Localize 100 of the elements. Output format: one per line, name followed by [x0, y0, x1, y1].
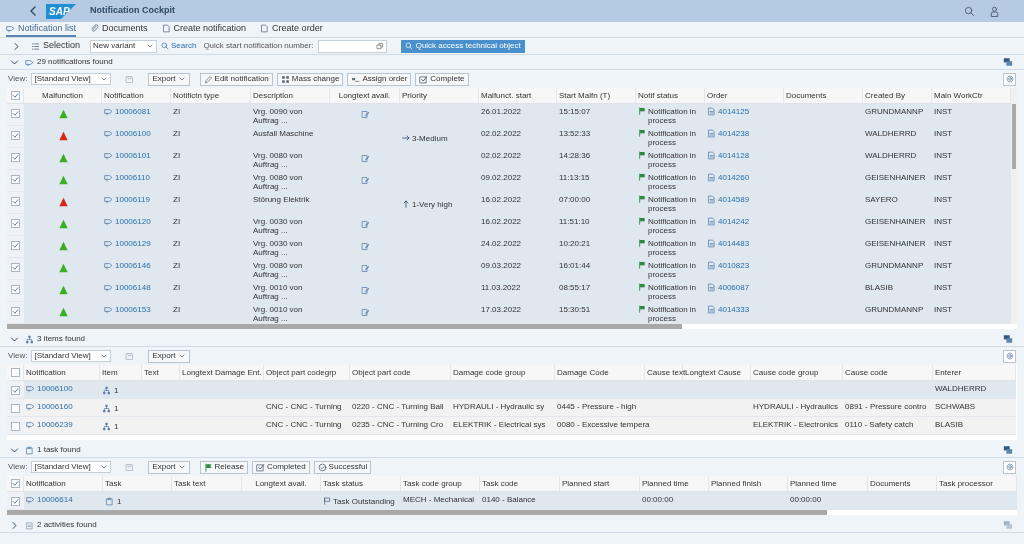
column-header[interactable]: Longtext avail. [255, 477, 307, 490]
checkbox[interactable] [10, 91, 20, 100]
column-header[interactable]: Priority [402, 89, 427, 102]
checkbox[interactable] [11, 197, 20, 206]
toolbar-button[interactable]: Export [148, 349, 190, 363]
table-row[interactable]: 10006119 ZI Störung Elektrik 1-Very high 16.02.2022 07:00:00 Notification in process 4014589 SAYERO INST [7, 192, 1011, 214]
toolbar-button[interactable]: Export [148, 460, 190, 474]
notification-number-field[interactable] [317, 39, 387, 53]
checkbox[interactable] [11, 175, 20, 184]
tab[interactable]: Documents [90, 22, 148, 37]
toolbar-button[interactable]: Assign order [347, 72, 412, 86]
column-header[interactable]: Notification [26, 477, 66, 490]
column-header[interactable]: Task code group [403, 477, 462, 490]
table-row[interactable]: 10006110 ZI Vrg. 0080 von Auftrag ... 09.02.2022 11:13:15 Notification in process 4014260 GEISENHAINER INST [7, 170, 1011, 192]
checkbox[interactable] [11, 241, 20, 250]
toolbar-button[interactable]: Completed [251, 460, 310, 474]
column-header[interactable]: Enterer [935, 366, 962, 379]
link[interactable]: 10006146 [104, 261, 151, 270]
checkbox[interactable] [11, 404, 20, 413]
column-header[interactable]: Cause code [845, 366, 888, 379]
table-row[interactable]: 10006239 1 CNC - CNC - Turning 0235 - CNC - Turning Cro ELEKTRIK - Electrical sys 0080 - Excessive tempera ELEKTRIK - Electronics 0110 - Safety catch BLASIB [7, 417, 1016, 435]
user-icon[interactable] [989, 5, 1000, 17]
link[interactable]: 4010823 [707, 261, 750, 270]
link[interactable]: 4014260 [707, 173, 750, 182]
chevron-down-icon[interactable] [10, 445, 19, 455]
view-dropdown[interactable]: [Standard View] [31, 73, 112, 85]
link[interactable]: 4014128 [707, 151, 750, 160]
link[interactable]: 10006100 [26, 384, 73, 393]
link[interactable]: 4014238 [707, 129, 750, 138]
table-row[interactable]: 10006153 ZI Vrg. 0010 von Auftrag ... 17.03.2022 15:30:51 Notification in process 4014333 GRUNDMANNP INST [7, 302, 1011, 324]
link[interactable]: 10006160 [26, 402, 73, 411]
windows-icon[interactable] [1003, 57, 1013, 67]
column-header[interactable]: Longtext avail. [338, 89, 391, 102]
toolbar-button[interactable]: Complete [415, 72, 469, 86]
table-row[interactable]: 10006614 1 Task Outstanding MECH - Mechanical 0140 - Balance 00:00:00 00:00:00 [7, 492, 1017, 510]
settings-button[interactable] [1003, 460, 1016, 474]
settings-button[interactable] [1003, 72, 1016, 86]
column-header[interactable]: Planned time [642, 477, 689, 490]
variant-dropdown[interactable]: New variant [90, 39, 158, 53]
toolbar-button[interactable]: Successful [313, 460, 372, 474]
checkbox[interactable] [10, 479, 20, 488]
link[interactable]: 4006087 [707, 283, 750, 292]
save-icon[interactable] [125, 351, 135, 361]
link[interactable]: 4014333 [707, 305, 750, 314]
link[interactable]: 10006119 [104, 195, 150, 204]
column-header[interactable]: Created By [865, 89, 906, 102]
checkbox[interactable] [10, 368, 20, 377]
toolbar-button[interactable]: Edit notification [199, 72, 273, 86]
column-header[interactable]: Main WorkCtr [934, 89, 983, 102]
column-header[interactable]: Task [105, 477, 122, 490]
column-header[interactable]: Damage code group [453, 366, 526, 379]
column-header[interactable]: Planned start [562, 477, 610, 490]
search-button[interactable]: Search [161, 40, 197, 52]
column-header[interactable]: Damage Code [557, 366, 609, 379]
tab[interactable]: Create notification [161, 22, 247, 37]
windows-icon[interactable] [1003, 445, 1013, 455]
link[interactable]: 4014125 [707, 107, 750, 116]
column-header[interactable]: Task status [323, 477, 363, 490]
checkbox[interactable] [11, 497, 20, 506]
link[interactable]: 10006239 [26, 420, 73, 429]
column-header[interactable]: Description [253, 89, 293, 102]
link[interactable]: 10006100 [104, 129, 151, 138]
column-header[interactable]: Documents [786, 89, 827, 102]
save-icon[interactable] [125, 74, 135, 84]
view-dropdown[interactable]: [Standard View] [31, 350, 112, 362]
table-row[interactable]: 10006120 ZI Vrg. 0030 von Auftrag ... 16.02.2022 11:51:10 Notification in process 4014242 GEISENHAINER INST [7, 214, 1011, 236]
windows-icon[interactable] [1003, 334, 1013, 344]
link[interactable]: 10006153 [104, 305, 151, 314]
column-header[interactable]: Longtext Damage Ent. [182, 366, 262, 379]
column-header[interactable]: Planned time [790, 477, 837, 490]
checkbox[interactable] [11, 422, 20, 431]
link[interactable]: 10006110 [104, 173, 150, 182]
link[interactable]: 10006101 [104, 151, 151, 160]
column-header[interactable]: Text [144, 366, 159, 379]
table-row[interactable]: 10006100 ZI Ausfall Maschine 3-Medium 02.02.2022 13:52:33 Notification in process 4014238 WALDHERRD INST [7, 126, 1011, 148]
table-row[interactable]: 10006081 ZI Vrg. 0090 von Auftrag ... 26.01.2022 15:15:07 Notification in process 4014125 GRUNDMANNP INST [7, 104, 1011, 126]
checkbox[interactable] [11, 307, 20, 316]
column-header[interactable]: Malfunct. start [481, 89, 532, 102]
toolbar-button[interactable]: Export [148, 72, 190, 86]
column-header[interactable]: Malfunction [42, 89, 83, 102]
table-row[interactable]: 10006160 1 CNC - CNC - Turning 0220 - CNC - Turning Ball HYDRAULI - Hydraulic sy 0445 - Pressure - high HYDRAULI - Hydraulics 0891 - Pressure contro SCHWABS [7, 399, 1016, 417]
chevron-down-icon[interactable] [10, 57, 19, 67]
chevron-right-icon[interactable] [10, 520, 19, 530]
column-header[interactable]: Task text [174, 477, 206, 490]
table-row[interactable]: 10006129 ZI Vrg. 0030 von Auftrag ... 24.02.2022 10:20:21 Notification in process 4014483 GEISENHAINER INST [7, 236, 1011, 258]
column-header[interactable]: Notification [26, 366, 66, 379]
table-row[interactable]: 10006146 ZI Vrg. 0080 von Auftrag ... 09.03.2022 16:01:44 Notification in process 4010823 GRUNDMANNP INST [7, 258, 1011, 280]
column-header[interactable]: Start Malfn (T) [559, 89, 611, 102]
column-header[interactable]: Notifictn type [173, 89, 220, 102]
tab[interactable]: Create order [260, 22, 323, 37]
table-row[interactable]: 10006101 ZI Vrg. 0080 von Auftrag ... 02.02.2022 14:28:36 Notification in process 4014128 WALDHERRD INST [7, 148, 1011, 170]
link[interactable]: 10006120 [104, 217, 151, 226]
search-icon[interactable] [964, 5, 975, 17]
column-header[interactable]: Object part codegrp [266, 366, 337, 379]
link[interactable]: 10006081 [104, 107, 151, 116]
link[interactable]: 4014483 [707, 239, 750, 248]
column-header[interactable]: Planned finish [711, 477, 762, 490]
link[interactable]: 10006614 [26, 495, 73, 504]
link[interactable]: 10006148 [104, 283, 151, 292]
checkbox[interactable] [11, 219, 20, 228]
